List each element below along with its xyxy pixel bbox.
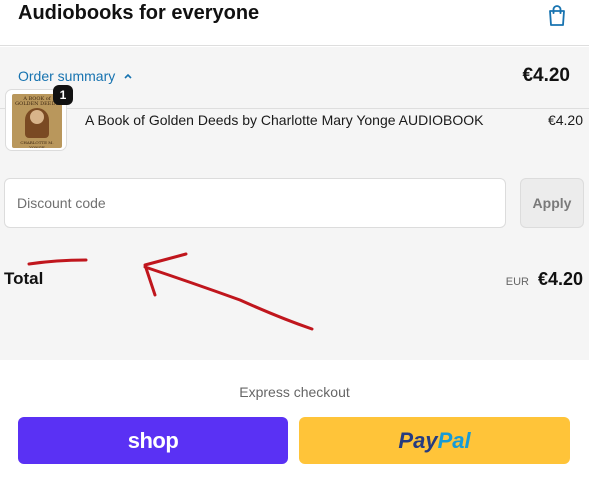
cover-author: CHARLOTTE M. YONGE: [20, 140, 54, 148]
checkout-header: Audiobooks for everyone: [0, 0, 589, 46]
shopping-bag-icon[interactable]: [544, 2, 570, 28]
order-summary-toggle[interactable]: Order summary: [18, 68, 133, 84]
chevron-up-icon: [124, 73, 132, 79]
cover-face: [30, 110, 44, 124]
total-amount: €4.20: [537, 269, 583, 289]
order-summary-bar[interactable]: Order summary €4.20: [0, 47, 589, 109]
apply-discount-button[interactable]: Apply: [520, 178, 584, 228]
product-title: A Book of Golden Deeds by Charlotte Mary…: [85, 112, 484, 128]
cover-title-line-2: GOLDEN DEEDS: [15, 101, 59, 107]
checkout-page: Audiobooks for everyone Order summary €4…: [0, 0, 589, 479]
express-checkout-label: Express checkout: [239, 384, 350, 400]
discount-code-input[interactable]: [4, 178, 506, 228]
paypal-logo-pay: Pay: [398, 427, 438, 453]
total-label: Total: [4, 269, 44, 288]
order-summary-label: Order summary: [18, 68, 116, 84]
order-summary-total: €4.20: [522, 65, 570, 86]
total-currency: EUR: [505, 276, 529, 288]
product-price: €4.20: [547, 112, 583, 128]
paypal-button[interactable]: PayPal: [299, 417, 570, 464]
shop-pay-button[interactable]: shop: [18, 417, 288, 464]
paypal-logo-pal: Pal: [437, 427, 471, 453]
store-name[interactable]: Audiobooks for everyone: [18, 0, 259, 26]
quantity-badge: 1: [53, 85, 73, 105]
